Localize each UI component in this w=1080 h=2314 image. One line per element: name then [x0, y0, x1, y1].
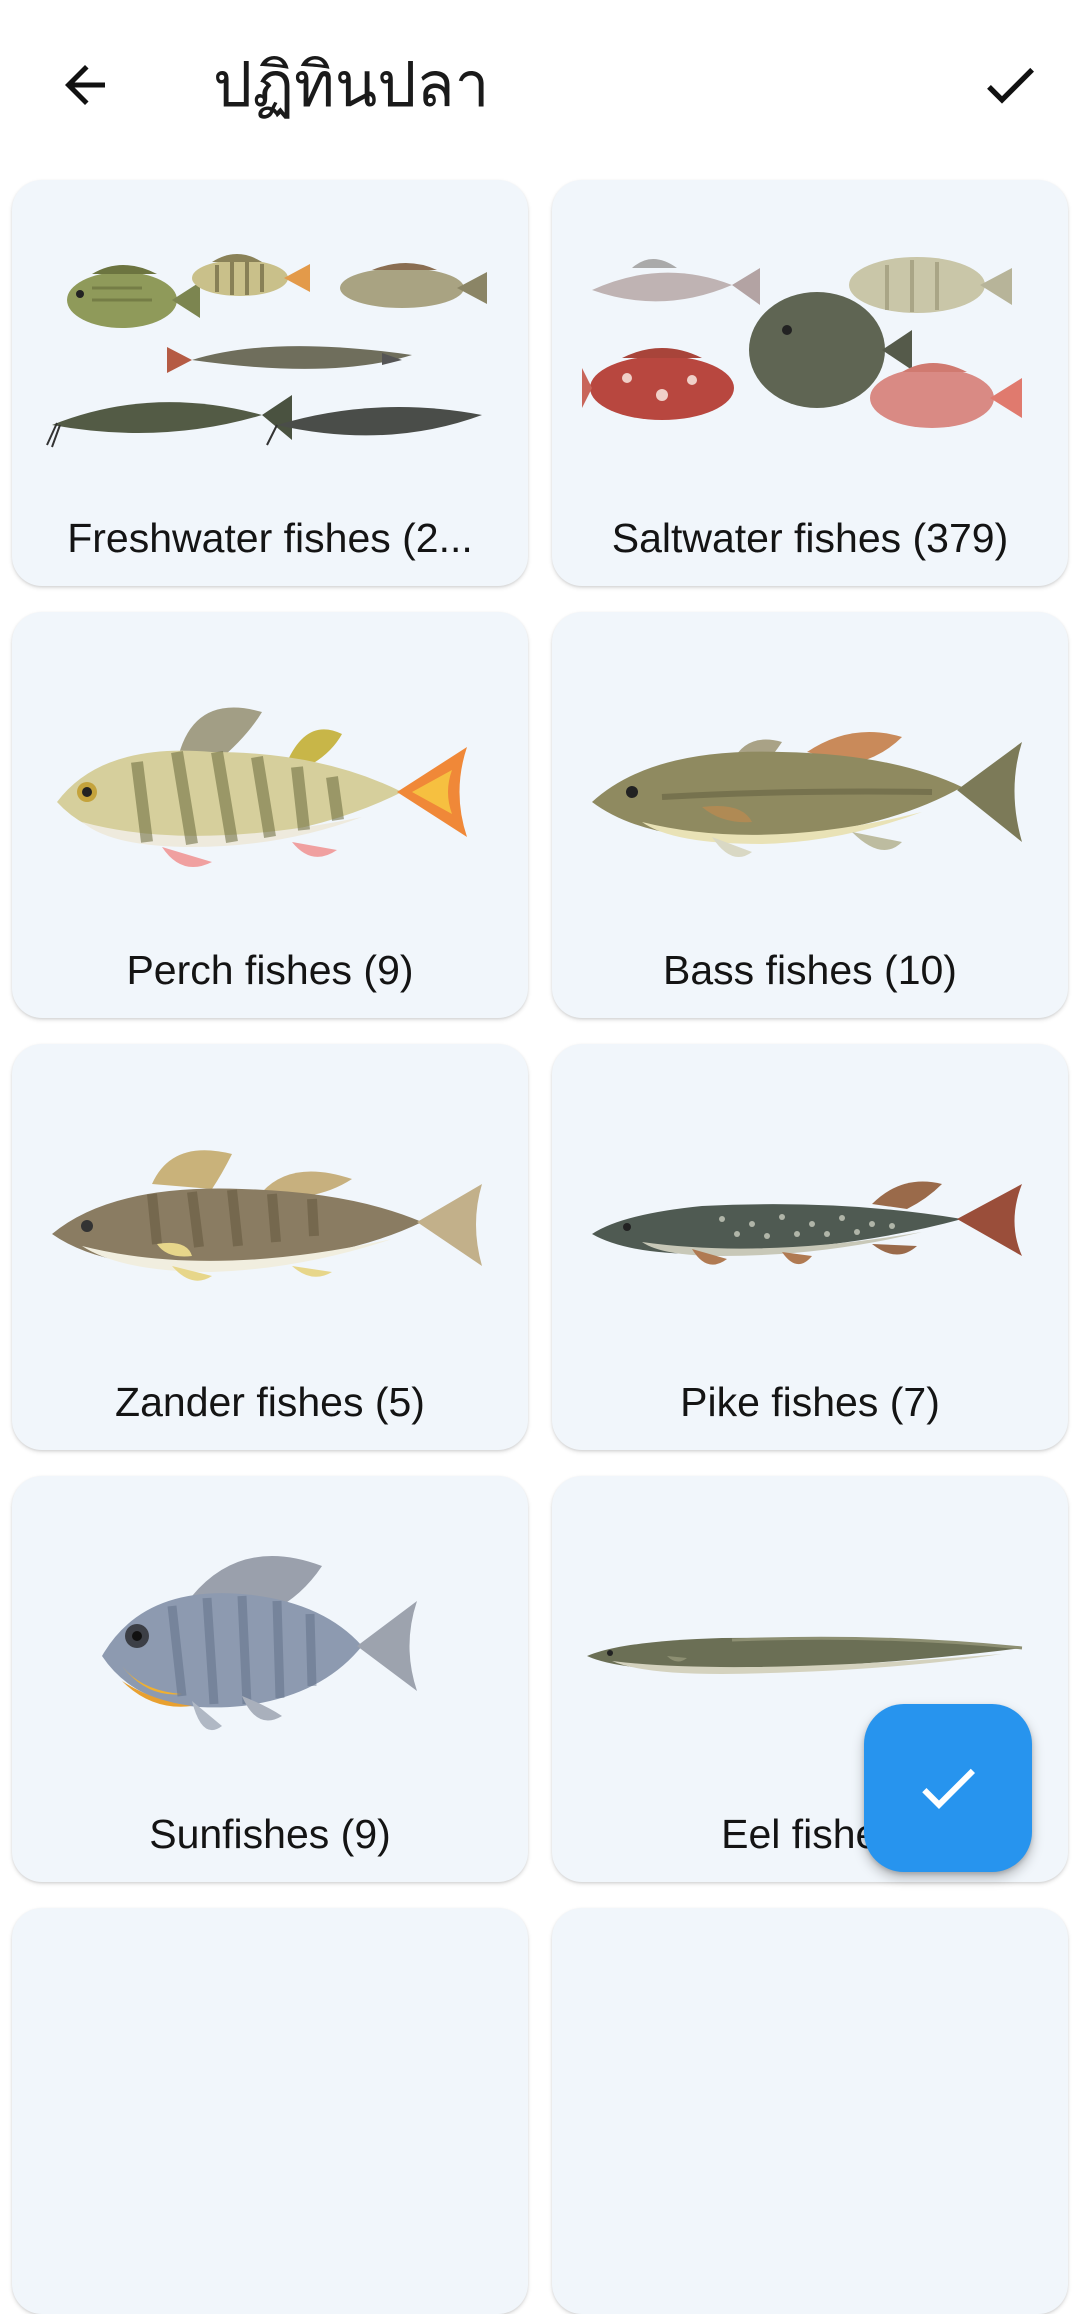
category-label: Sunfishes (9) — [149, 1811, 391, 1857]
category-card-zander[interactable]: Zander fishes (5) — [12, 1044, 528, 1450]
zander-fish-image — [52, 1150, 482, 1281]
sunfish-image — [102, 1556, 417, 1731]
category-label: Pike fishes (7) — [680, 1379, 940, 1425]
category-label: Perch fishes (9) — [126, 947, 414, 993]
category-grid: Freshwater fishes (2... Saltwater fishes… — [0, 0, 1080, 2314]
perch-fish-image — [57, 707, 467, 867]
saltwater-fishes-image — [582, 257, 1022, 428]
confirm-fab[interactable] — [864, 1704, 1032, 1872]
freshwater-fishes-image — [46, 254, 487, 448]
category-card-partial[interactable] — [552, 1908, 1068, 2314]
confirm-button[interactable] — [955, 30, 1065, 140]
category-card-pike[interactable]: Pike fishes (7) — [552, 1044, 1068, 1450]
category-card-bass[interactable]: Bass fishes (10) — [552, 612, 1068, 1018]
check-icon — [922, 1768, 975, 1809]
arrow-left-icon — [65, 65, 105, 105]
app-bar: ปฏิทินปลา — [0, 0, 1080, 170]
category-card-freshwater[interactable]: Freshwater fishes (2... — [12, 180, 528, 586]
category-label: Zander fishes (5) — [115, 1379, 425, 1425]
page-title: ปฏิทินปลา — [213, 48, 490, 121]
category-card-partial[interactable] — [12, 1908, 528, 2314]
check-icon — [987, 67, 1034, 104]
pike-fish-image — [592, 1181, 1022, 1265]
category-card-perch[interactable]: Perch fishes (9) — [12, 612, 528, 1018]
back-button[interactable] — [30, 30, 140, 140]
category-label: Bass fishes (10) — [663, 947, 957, 993]
category-card-sunfish[interactable]: Sunfishes (9) — [12, 1476, 528, 1882]
category-label: Freshwater fishes (2... — [67, 515, 473, 561]
category-label: Saltwater fishes (379) — [611, 515, 1009, 561]
category-card-saltwater[interactable]: Saltwater fishes (379) — [552, 180, 1068, 586]
bass-fish-image — [592, 732, 1022, 857]
